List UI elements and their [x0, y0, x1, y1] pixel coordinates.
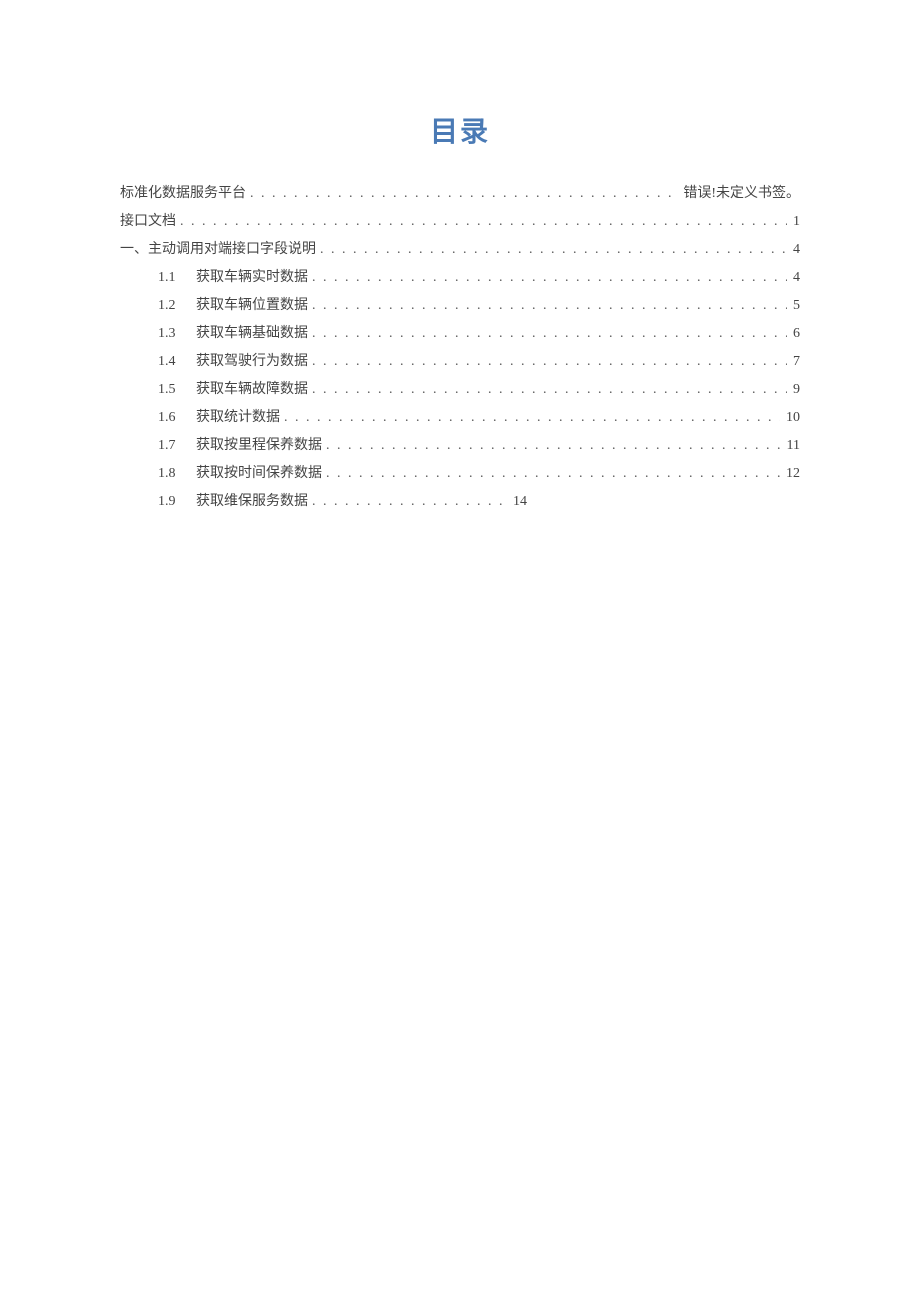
toc-entry-label: 标准化数据服务平台 — [120, 180, 246, 208]
toc-leader-dots — [312, 292, 787, 320]
toc-entry-page: 4 — [793, 236, 800, 264]
toc-entry-label: 获取驾驶行为数据 — [196, 348, 308, 376]
toc-entry[interactable]: 1.6获取统计数据 10 — [120, 404, 800, 432]
toc-entry-label: 获取车辆基础数据 — [196, 320, 308, 348]
toc-entry-label: 接口文档 — [120, 208, 176, 236]
toc-entry-number: 1.5 — [158, 376, 190, 404]
toc-list: 标准化数据服务平台错误!未定义书签。接口文档1一、主动调用对端接口字段说明41.… — [120, 180, 800, 516]
toc-entry-number: 1.9 — [158, 488, 190, 516]
toc-entry-label: 一、主动调用对端接口字段说明 — [120, 236, 316, 264]
toc-entry-number: 1.3 — [158, 320, 190, 348]
toc-entry-label: 获取车辆故障数据 — [196, 376, 308, 404]
toc-entry[interactable]: 1.5获取车辆故障数据 9 — [120, 376, 800, 404]
toc-leader-dots — [180, 208, 787, 236]
toc-entry[interactable]: 1.8获取按时间保养数据 12 — [120, 460, 800, 488]
toc-entry-label: 获取车辆位置数据 — [196, 292, 308, 320]
toc-leader-dots — [284, 404, 780, 432]
toc-leader-dots — [250, 180, 677, 208]
toc-entry-number: 1.8 — [158, 460, 190, 488]
toc-entry-page: 1 — [793, 208, 800, 236]
toc-entry-page: 9 — [793, 376, 800, 404]
toc-leader-dots — [326, 432, 781, 460]
toc-entry-number: 1.6 — [158, 404, 190, 432]
toc-entry[interactable]: 标准化数据服务平台 错误!未定义书签。 — [120, 180, 800, 208]
toc-leader-dots — [326, 460, 780, 488]
toc-entry-number: 1.7 — [158, 432, 190, 460]
toc-entry-page: 5 — [793, 292, 800, 320]
toc-entry-label: 获取车辆实时数据 — [196, 264, 308, 292]
toc-entry-page: 11 — [787, 432, 800, 460]
toc-leader-dots — [312, 264, 787, 292]
toc-entry-page: 7 — [793, 348, 800, 376]
toc-leader-dots — [312, 376, 787, 404]
toc-entry[interactable]: 1.4获取驾驶行为数据 7 — [120, 348, 800, 376]
toc-entry[interactable]: 1.3获取车辆基础数据 6 — [120, 320, 800, 348]
toc-leader-dots — [320, 236, 787, 264]
toc-entry-label: 获取按里程保养数据 — [196, 432, 322, 460]
toc-entry-page: 12 — [786, 460, 800, 488]
toc-entry-number: 1.4 — [158, 348, 190, 376]
toc-entry-label: 获取按时间保养数据 — [196, 460, 322, 488]
toc-entry[interactable]: 接口文档 1 — [120, 208, 800, 236]
toc-entry[interactable]: 一、主动调用对端接口字段说明 4 — [120, 236, 800, 264]
toc-entry-page: 6 — [793, 320, 800, 348]
toc-entry-page: 错误!未定义书签。 — [683, 180, 800, 208]
toc-leader-dots — [312, 488, 507, 516]
toc-entry[interactable]: 1.7获取按里程保养数据 11 — [120, 432, 800, 460]
toc-entry-label: 获取维保服务数据 — [196, 488, 308, 516]
toc-entry-number: 1.1 — [158, 264, 190, 292]
toc-entry-number: 1.2 — [158, 292, 190, 320]
toc-entry-page: 10 — [786, 404, 800, 432]
toc-entry-label: 获取统计数据 — [196, 404, 280, 432]
toc-title: 目录 — [120, 110, 800, 150]
toc-leader-dots — [312, 348, 787, 376]
toc-entry[interactable]: 1.9获取维保服务数据 14 — [120, 488, 800, 516]
toc-entry-page: 14 — [513, 488, 527, 516]
toc-entry[interactable]: 1.1获取车辆实时数据 4 — [120, 264, 800, 292]
toc-leader-dots — [312, 320, 787, 348]
toc-entry[interactable]: 1.2获取车辆位置数据 5 — [120, 292, 800, 320]
toc-entry-page: 4 — [793, 264, 800, 292]
